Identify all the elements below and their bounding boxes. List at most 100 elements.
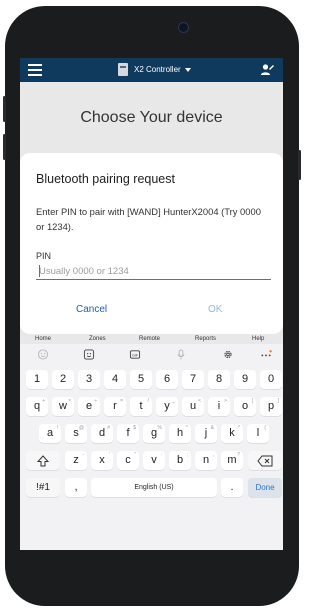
key-sub-label: $ (133, 425, 136, 431)
chevron-down-icon[interactable] (185, 68, 191, 72)
key-label: h (176, 427, 184, 439)
key-label: f (126, 427, 130, 439)
dialog-title: Bluetooth pairing request (36, 172, 175, 186)
key-sub-label: # (107, 425, 110, 431)
shift-key[interactable] (26, 451, 60, 470)
key-label: j (204, 427, 208, 439)
key-h[interactable]: h ^ (169, 424, 191, 443)
key-sub-label: ; (186, 452, 188, 458)
emoji-icon[interactable] (37, 349, 49, 360)
key-l[interactable]: l( (247, 424, 269, 443)
key-label: r (113, 400, 117, 412)
tab-reports[interactable]: Reports (195, 336, 216, 342)
key-d[interactable]: d # (91, 424, 113, 443)
key-sub-label: - (82, 452, 84, 458)
ok-button[interactable]: OK (208, 304, 222, 315)
key-sub-label: / (147, 398, 149, 404)
key-sub-label: > (224, 398, 227, 404)
settings-icon[interactable] (222, 349, 234, 360)
key-r[interactable]: r = (104, 397, 126, 416)
comma-key[interactable]: , (65, 478, 87, 497)
key-label: e (85, 400, 93, 412)
key-j[interactable]: j & (195, 424, 217, 443)
key-s[interactable]: s @ (65, 424, 87, 443)
key-i[interactable]: i > (208, 397, 230, 416)
done-key[interactable]: Done (248, 478, 282, 497)
key-y[interactable]: y _ (156, 397, 178, 416)
key-f[interactable]: f $ (117, 424, 139, 443)
key-v[interactable]: v: (143, 451, 165, 470)
key-2[interactable]: 2 (52, 370, 74, 389)
key-o[interactable]: o[ (234, 397, 256, 416)
key-t[interactable]: t / (130, 397, 152, 416)
tab-help[interactable]: Help (252, 336, 264, 342)
user-settings-icon[interactable] (260, 63, 274, 77)
key-sub-label: " (134, 452, 136, 458)
key-g[interactable]: g% (143, 424, 165, 443)
key-sub-label: [ (251, 398, 253, 404)
key-w[interactable]: w × (52, 397, 74, 416)
pin-input[interactable] (36, 263, 271, 280)
side-button-right (298, 150, 301, 180)
key-sub-label: _ (172, 398, 175, 404)
key-k[interactable]: k * (221, 424, 243, 443)
key-sub-label: @ (78, 425, 84, 431)
key-c[interactable]: c " (117, 451, 139, 470)
key-label: t (139, 400, 143, 412)
cancel-button[interactable]: Cancel (76, 304, 107, 315)
key-0[interactable]: 0 (260, 370, 282, 389)
key-b[interactable]: b; (169, 451, 191, 470)
key-label: x (99, 454, 105, 466)
symbols-key[interactable]: !#1 (26, 478, 60, 497)
tab-remote[interactable]: Remote (139, 336, 160, 342)
key-p[interactable]: p] (260, 397, 282, 416)
key-sub-label: * (238, 425, 240, 431)
key-label: l (256, 427, 260, 439)
key-a[interactable]: a! (39, 424, 61, 443)
page-heading: Choose Your device (80, 109, 223, 126)
side-button-left-2 (3, 134, 6, 160)
key-9[interactable]: 9 (234, 370, 256, 389)
key-sub-label: ^ (185, 425, 188, 431)
key-8[interactable]: 8 (208, 370, 230, 389)
key-q[interactable]: q + (26, 397, 48, 416)
sticker-icon[interactable] (83, 349, 95, 360)
backspace-key[interactable] (248, 451, 282, 470)
hamburger-menu-icon[interactable] (28, 64, 42, 76)
screen: X2 Controller Choose Your device Bluetoo… (20, 58, 283, 550)
gif-icon[interactable]: GIF (129, 349, 141, 360)
key-e[interactable]: e ÷ (78, 397, 100, 416)
keyboard-toolbar: GIF (20, 344, 283, 364)
key-label: u (189, 400, 197, 412)
tab-zones[interactable]: Zones (89, 336, 106, 342)
key-m[interactable]: m? (221, 451, 243, 470)
app-title[interactable]: X2 Controller (134, 65, 181, 74)
key-3[interactable]: 3 (78, 370, 100, 389)
shift-icon (36, 455, 50, 467)
key-label: s (73, 427, 79, 439)
key-5[interactable]: 5 (130, 370, 152, 389)
key-u[interactable]: u < (182, 397, 204, 416)
more-icon[interactable] (260, 349, 272, 360)
key-6[interactable]: 6 (156, 370, 178, 389)
key-label: z (73, 454, 79, 466)
tab-home[interactable]: Home (35, 336, 51, 342)
key-label: m (227, 454, 237, 466)
key-sub-label: ] (277, 398, 279, 404)
key-sub-label: ? (237, 452, 240, 458)
microphone-icon[interactable] (175, 349, 187, 360)
key-label: w (59, 400, 67, 412)
controller-device-icon (118, 63, 128, 76)
key-1[interactable]: 1 (26, 370, 48, 389)
key-label: n (202, 454, 210, 466)
key-n[interactable]: n, (195, 451, 217, 470)
key-label: c (125, 454, 131, 466)
key-sub-label: ( (264, 425, 266, 431)
space-key[interactable]: English (US) (91, 478, 217, 497)
key-4[interactable]: 4 (104, 370, 126, 389)
key-7[interactable]: 7 (182, 370, 204, 389)
period-key[interactable]: . (221, 478, 243, 497)
key-x[interactable]: x ' (91, 451, 113, 470)
key-sub-label: , (212, 452, 214, 458)
key-z[interactable]: z- (65, 451, 87, 470)
